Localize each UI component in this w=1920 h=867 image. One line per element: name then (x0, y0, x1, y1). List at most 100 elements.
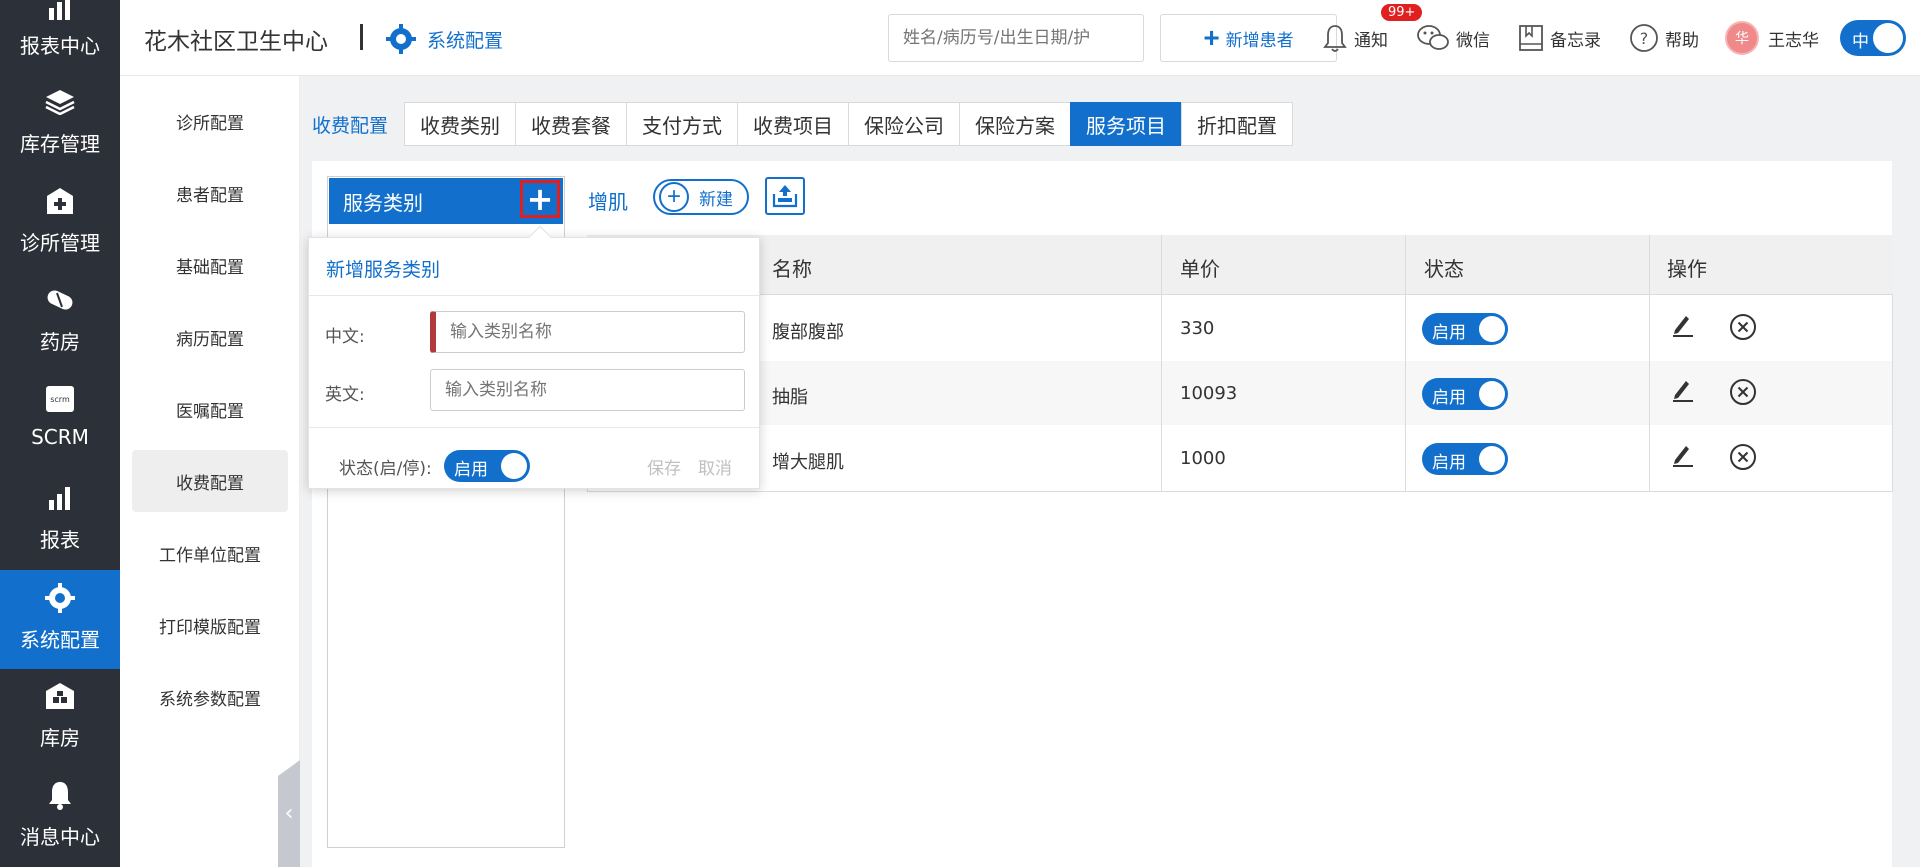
patient-search-input[interactable] (888, 14, 1144, 62)
notify-button[interactable]: 通知 (1322, 22, 1388, 54)
bar-chart-icon (45, 483, 75, 513)
nav-item-messages[interactable]: 消息中心 (0, 774, 120, 867)
pill-icon (45, 285, 75, 315)
nav-item-report-center[interactable]: 报表中心 (0, 0, 120, 63)
tab-payment-method[interactable]: 支付方式 (626, 102, 738, 146)
add-category-popover: 新增服务类别 中文: 英文: 状态(启/停): 启用 保存 取消 (308, 225, 760, 489)
row-price: 10093 (1180, 383, 1238, 404)
toggle-knob (1479, 381, 1505, 407)
column-header-price: 单价 (1180, 257, 1220, 281)
tab-fee-item[interactable]: 收费项目 (737, 102, 849, 146)
subnav-item-basic-config[interactable]: 基础配置 (132, 234, 288, 296)
notify-badge: 99+ (1381, 4, 1423, 21)
status-toggle[interactable]: 启用 (1422, 443, 1508, 475)
plus-circle-icon: + (659, 182, 689, 212)
subnav-item-employer-config[interactable]: 工作单位配置 (132, 522, 288, 584)
row-name: 增大腿肌 (772, 452, 844, 473)
chinese-name-input[interactable] (430, 311, 745, 353)
add-patient-button[interactable]: + 新增患者 (1160, 14, 1337, 62)
wechat-icon (1417, 25, 1449, 50)
upload-button[interactable] (765, 177, 805, 215)
memo-label: 备忘录 (1550, 30, 1601, 51)
cancel-button[interactable]: 取消 (698, 454, 732, 479)
nav-item-inventory[interactable]: 库存管理 (0, 81, 120, 180)
english-name-label: 英文: (325, 385, 365, 405)
toggle-knob (1479, 316, 1505, 342)
warehouse-icon (45, 681, 75, 711)
user-name[interactable]: 王志华 (1768, 26, 1819, 51)
tab-fee-package[interactable]: 收费套餐 (515, 102, 627, 146)
memo-button[interactable]: 备忘录 (1518, 22, 1601, 54)
nav-item-label: 报表 (40, 528, 80, 552)
column-header-actions: 操作 (1667, 257, 1707, 281)
plus-icon: + (526, 180, 554, 218)
status-toggle-label: 启用 (1432, 388, 1466, 408)
nav-item-system-config[interactable]: 系统配置 (0, 570, 120, 669)
toggle-knob (1479, 446, 1505, 472)
avatar[interactable]: 华 (1725, 21, 1759, 55)
nav-item-warehouse[interactable]: 库房 (0, 675, 120, 774)
new-service-button[interactable]: + 新建 (653, 179, 749, 215)
column-header-status: 状态 (1424, 257, 1464, 281)
subnav-item-fee-config[interactable]: 收费配置 (132, 450, 288, 512)
tab-fee-category[interactable]: 收费类别 (404, 102, 516, 146)
help-button[interactable]: ? 帮助 (1629, 22, 1699, 54)
edit-icon[interactable] (1672, 378, 1694, 406)
nav-item-scrm[interactable]: scrm SCRM (0, 378, 120, 477)
header-divider (360, 24, 363, 50)
popover-status-toggle[interactable]: 启用 (444, 450, 530, 482)
row-name: 抽脂 (772, 387, 808, 408)
delete-icon[interactable] (1729, 313, 1757, 345)
bell-icon (45, 780, 75, 810)
column-divider (1161, 235, 1162, 492)
english-name-input[interactable] (430, 369, 745, 411)
layers-icon (45, 87, 75, 117)
memo-icon (1519, 25, 1543, 51)
notify-label: 通知 (1354, 30, 1388, 51)
toggle-knob (1873, 23, 1903, 53)
subnav-item-clinic-config[interactable]: 诊所配置 (132, 90, 288, 152)
status-toggle[interactable]: 启用 (1422, 378, 1508, 410)
nav-item-reports[interactable]: 报表 (0, 477, 120, 576)
nav-item-clinic-mgmt[interactable]: 诊所管理 (0, 180, 120, 279)
upload-icon (772, 185, 798, 208)
scrm-icon: scrm (45, 384, 75, 414)
tab-service-item[interactable]: 服务项目 (1070, 102, 1182, 146)
delete-icon[interactable] (1729, 378, 1757, 410)
language-toggle-label: 中 (1852, 32, 1869, 52)
gear-icon (386, 24, 416, 58)
subnav-item-patient-config[interactable]: 患者配置 (132, 162, 288, 224)
tab-insurance-plan[interactable]: 保险方案 (959, 102, 1071, 146)
add-patient-label: 新增患者 (1225, 30, 1294, 50)
subnav-item-order-config[interactable]: 医嘱配置 (132, 378, 288, 440)
subnav-item-print-template-config[interactable]: 打印模版配置 (132, 594, 288, 656)
plus-icon: + (1203, 22, 1220, 53)
nav-item-pharmacy[interactable]: 药房 (0, 279, 120, 378)
column-divider (1405, 235, 1406, 492)
fee-config-tabs: 收费配置 收费类别 收费套餐 支付方式 收费项目 保险公司 保险方案 服务项目 … (312, 102, 1294, 146)
collapse-sidebar-button[interactable]: ‹ (278, 760, 300, 867)
nav-item-label: 报表中心 (20, 34, 100, 58)
status-toggle-label: 启用 (1432, 453, 1466, 473)
chevron-left-icon: ‹ (284, 801, 294, 826)
edit-icon[interactable] (1672, 313, 1694, 341)
subnav-item-record-config[interactable]: 病历配置 (132, 306, 288, 368)
clinic-icon (45, 186, 75, 216)
column-header-name: 名称 (772, 257, 812, 281)
tab-insurance-company[interactable]: 保险公司 (848, 102, 960, 146)
language-toggle[interactable]: 中 (1840, 20, 1906, 56)
delete-icon[interactable] (1729, 443, 1757, 475)
tab-discount-config[interactable]: 折扣配置 (1181, 102, 1294, 146)
wechat-button[interactable]: 微信 (1416, 22, 1490, 54)
svg-text:scrm: scrm (50, 395, 70, 404)
row-name: 腹部腹部 (772, 322, 844, 343)
help-icon: ? (1630, 24, 1658, 52)
section-label: 收费配置 (312, 114, 389, 137)
svg-text:?: ? (1640, 29, 1649, 48)
status-toggle[interactable]: 启用 (1422, 313, 1508, 345)
add-category-button[interactable]: + (520, 180, 560, 218)
subnav-item-system-param-config[interactable]: 系统参数配置 (132, 666, 288, 728)
status-label: 状态(启/停): (339, 459, 432, 479)
edit-icon[interactable] (1672, 443, 1694, 471)
save-button[interactable]: 保存 (647, 454, 681, 479)
